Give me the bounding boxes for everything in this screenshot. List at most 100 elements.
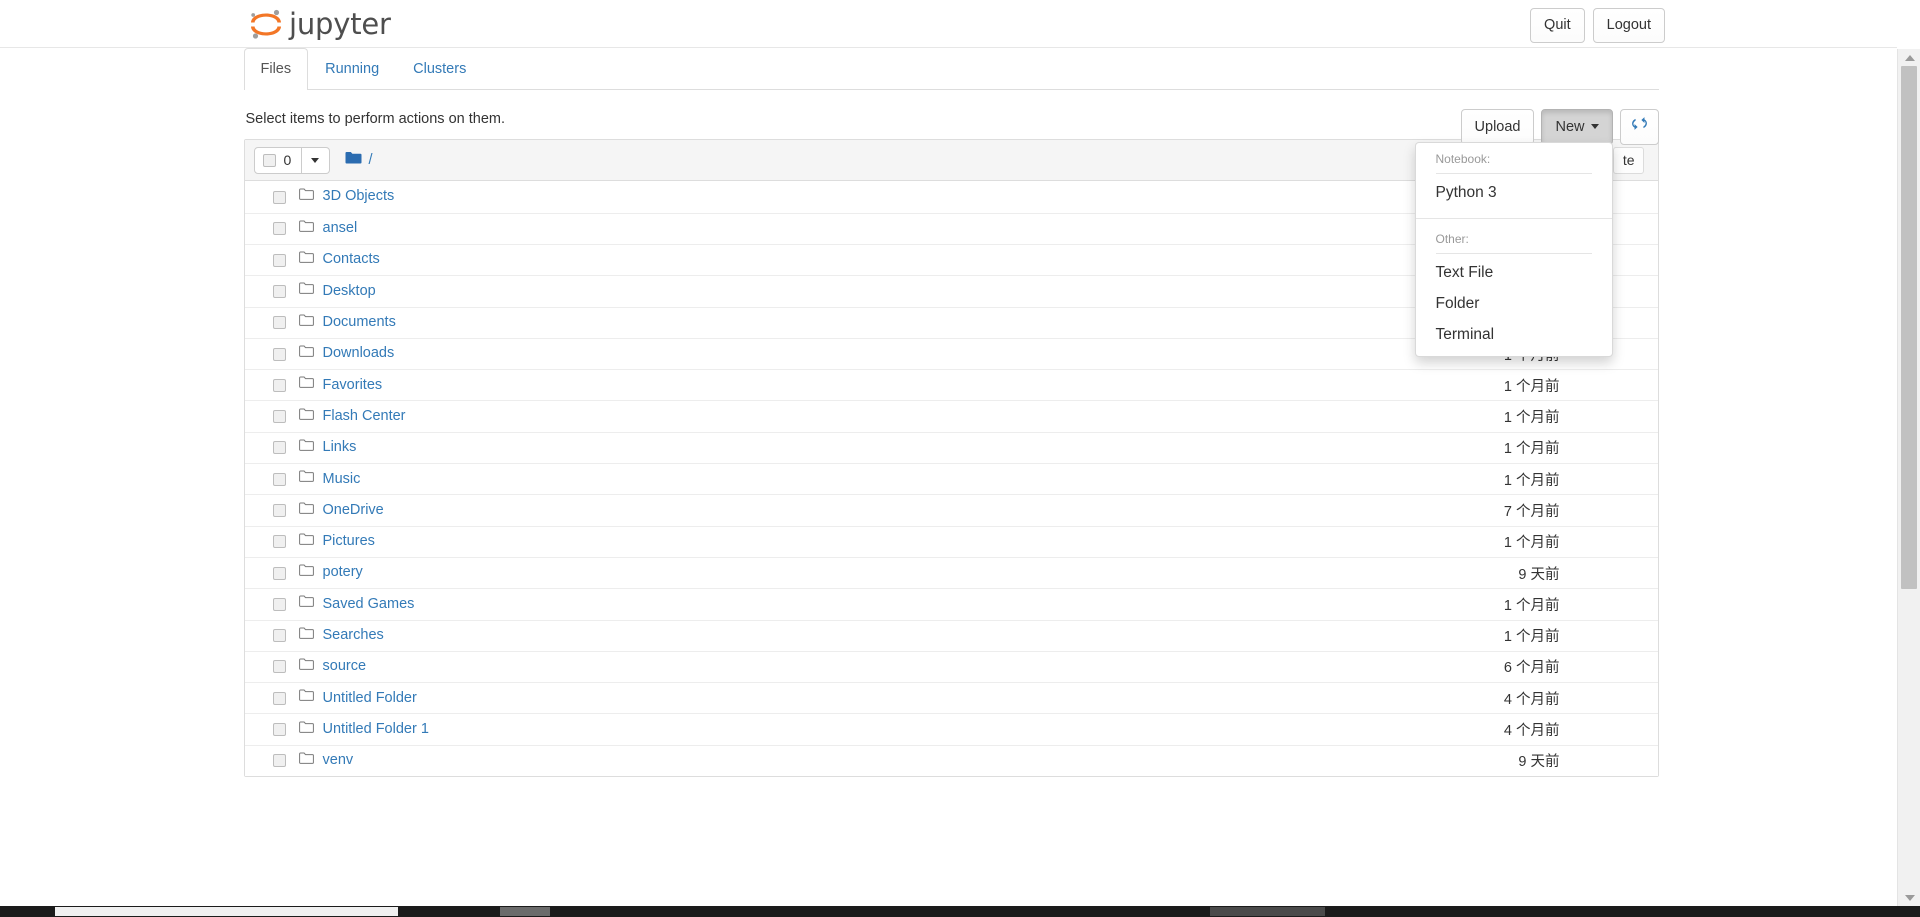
folder-icon[interactable]: [345, 151, 362, 170]
main-container: Files Running Clusters Select items to p…: [0, 48, 1897, 778]
file-link[interactable]: Desktop: [323, 283, 376, 300]
folder-icon: [298, 408, 314, 426]
modified-time: 1 个月前: [1503, 597, 1560, 614]
tab-running[interactable]: Running: [308, 48, 396, 90]
row-checkbox[interactable]: [272, 504, 286, 517]
file-link[interactable]: Searches: [323, 627, 384, 644]
row-checkbox[interactable]: [272, 284, 286, 298]
folder-icon: [298, 470, 314, 488]
file-link[interactable]: OneDrive: [323, 502, 384, 519]
select-all-checkbox[interactable]: [262, 153, 276, 167]
logout-button[interactable]: Logout: [1592, 8, 1665, 43]
menu-item-text-file[interactable]: Text File: [1416, 258, 1612, 289]
folder-icon: [298, 376, 314, 394]
breadcrumb-root[interactable]: /: [369, 152, 373, 168]
table-row[interactable]: Music 1 个月前: [244, 463, 1658, 495]
modified-time: 1 个月前: [1503, 535, 1560, 552]
table-row[interactable]: Favorites 1 个月前: [244, 369, 1658, 401]
jupyter-logo-icon: [247, 7, 285, 41]
folder-icon: [298, 721, 314, 739]
row-checkbox[interactable]: [272, 410, 286, 424]
folder-icon: [298, 439, 314, 457]
scroll-down-arrow[interactable]: [1898, 889, 1920, 906]
file-link[interactable]: Contacts: [323, 251, 380, 268]
file-link[interactable]: Links: [323, 439, 357, 456]
file-link[interactable]: Documents: [323, 314, 396, 331]
folder-icon: [298, 658, 314, 676]
select-all-dropdown-button[interactable]: [301, 146, 330, 174]
row-checkbox[interactable]: [272, 597, 286, 611]
upload-button[interactable]: Upload: [1460, 109, 1535, 145]
row-checkbox[interactable]: [272, 566, 286, 580]
horizontal-scrollbar-segment-2[interactable]: [500, 907, 550, 916]
row-checkbox[interactable]: [272, 691, 286, 705]
file-link[interactable]: Favorites: [323, 377, 383, 394]
table-row[interactable]: Searches 1 个月前: [244, 619, 1658, 651]
table-row[interactable]: Flash Center 1 个月前: [244, 400, 1658, 432]
row-checkbox[interactable]: [272, 347, 286, 361]
row-checkbox[interactable]: [272, 190, 286, 204]
table-row[interactable]: Links 1 个月前: [244, 431, 1658, 464]
table-row[interactable]: Pictures 1 个月前: [244, 525, 1658, 557]
vertical-scrollbar-thumb[interactable]: [1901, 66, 1917, 589]
file-link[interactable]: ansel: [323, 220, 358, 237]
select-all-button[interactable]: 0: [253, 146, 302, 174]
modified-time: 7 个月前: [1503, 504, 1560, 520]
folder-icon: [298, 220, 314, 238]
file-link[interactable]: Untitled Folder 1: [323, 721, 429, 738]
refresh-button[interactable]: [1619, 109, 1659, 145]
breadcrumb: /: [345, 151, 373, 170]
file-link[interactable]: Downloads: [323, 345, 395, 362]
menu-item-python3[interactable]: Python 3: [1416, 178, 1612, 209]
file-link[interactable]: potery: [323, 564, 363, 581]
table-row[interactable]: Untitled Folder 1 4 个月前: [244, 713, 1658, 745]
file-link[interactable]: Untitled Folder: [323, 690, 417, 707]
tab-clusters[interactable]: Clusters: [396, 48, 483, 90]
row-checkbox[interactable]: [272, 629, 286, 643]
file-link[interactable]: Flash Center: [323, 408, 406, 425]
vertical-scrollbar[interactable]: [1897, 49, 1920, 906]
scroll-up-arrow[interactable]: [1898, 49, 1920, 66]
menu-item-folder[interactable]: Folder: [1416, 289, 1612, 320]
triangle-down-icon: [1904, 894, 1915, 901]
tab-bar: Files Running Clusters: [243, 48, 1659, 90]
row-checkbox[interactable]: [272, 535, 286, 549]
horizontal-scrollbar-thumb[interactable]: [55, 907, 398, 916]
folder-icon: [298, 752, 314, 770]
folder-icon: [298, 282, 314, 300]
sort-by-modified-button[interactable]: te: [1612, 147, 1644, 175]
table-row[interactable]: source 6 个月前: [244, 650, 1658, 683]
horizontal-scrollbar[interactable]: [0, 906, 1920, 917]
table-row[interactable]: venv 9 天前: [244, 744, 1658, 777]
tab-files[interactable]: Files: [243, 48, 309, 90]
row-checkbox[interactable]: [272, 378, 286, 392]
file-link[interactable]: source: [323, 658, 367, 675]
row-checkbox[interactable]: [272, 316, 286, 330]
row-checkbox[interactable]: [272, 754, 286, 768]
row-checkbox[interactable]: [272, 472, 286, 486]
row-checkbox[interactable]: [272, 222, 286, 236]
file-link[interactable]: Saved Games: [323, 596, 415, 613]
table-row[interactable]: OneDrive 7 个月前: [244, 494, 1658, 526]
row-checkbox[interactable]: [272, 253, 286, 267]
row-checkbox[interactable]: [272, 723, 286, 737]
file-link[interactable]: Music: [323, 471, 361, 488]
dropdown-rule-other: [1435, 253, 1592, 255]
modified-time: 4 个月前: [1503, 691, 1560, 708]
file-link[interactable]: venv: [323, 752, 354, 769]
file-link[interactable]: 3D Objects: [323, 188, 395, 205]
row-checkbox[interactable]: [272, 660, 286, 674]
jupyter-logo[interactable]: jupyter: [247, 2, 391, 46]
row-checkbox[interactable]: [272, 441, 286, 455]
horizontal-scrollbar-segment-3[interactable]: [1210, 907, 1325, 916]
file-link[interactable]: Pictures: [323, 533, 375, 550]
new-dropdown-button[interactable]: New: [1541, 109, 1613, 145]
menu-item-terminal[interactable]: Terminal: [1416, 320, 1612, 351]
dropdown-divider: [1415, 218, 1612, 220]
table-row[interactable]: potery 9 天前: [244, 556, 1658, 589]
folder-icon: [298, 564, 314, 582]
table-row[interactable]: Untitled Folder 4 个月前: [244, 682, 1658, 714]
new-dropdown-menu: Notebook: Python 3 Other: Text File Fold…: [1414, 142, 1613, 358]
table-row[interactable]: Saved Games 1 个月前: [244, 588, 1658, 620]
quit-button[interactable]: Quit: [1530, 8, 1585, 43]
